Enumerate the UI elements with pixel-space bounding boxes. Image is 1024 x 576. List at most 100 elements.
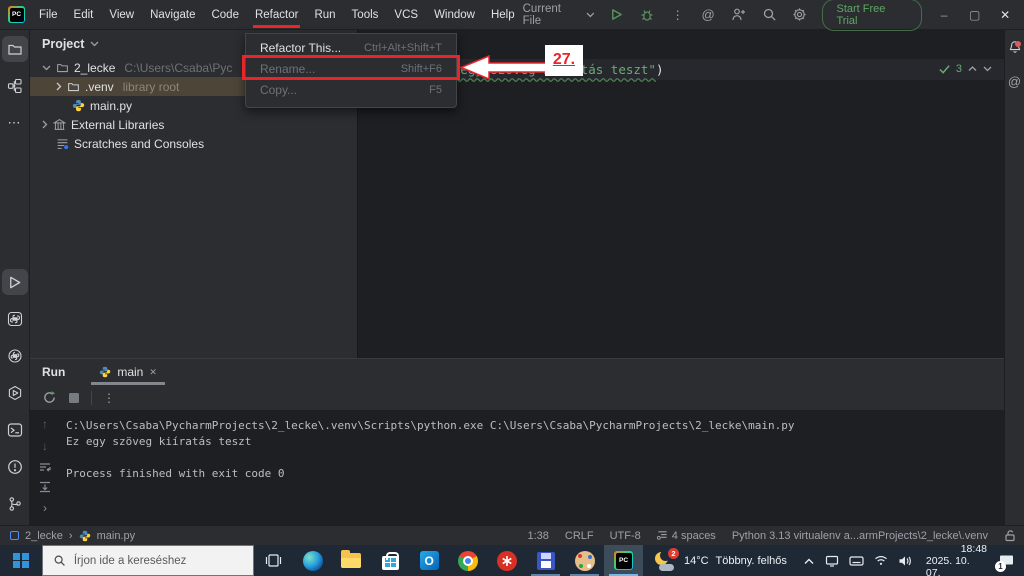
- pycharm-taskbar-icon[interactable]: PC: [604, 545, 643, 576]
- python-file-icon: [100, 366, 111, 378]
- run-button[interactable]: [608, 6, 626, 24]
- weather-widget[interactable]: 2 14°C Többny. felhős: [643, 545, 797, 576]
- tab-close-icon[interactable]: ✕: [149, 367, 157, 378]
- add-user-icon[interactable]: [730, 6, 748, 24]
- search-everywhere-icon[interactable]: [760, 6, 778, 24]
- console-options-button[interactable]: ⋮: [103, 391, 115, 405]
- red-app-taskbar-icon[interactable]: [487, 545, 526, 576]
- window-maximize-button[interactable]: ▢: [966, 8, 984, 22]
- taskbar-search-box[interactable]: Írjon ide a kereséshez: [41, 545, 255, 576]
- menu-refactor[interactable]: Refactor Refactor This... Ctrl+Alt+Shift…: [241, 0, 583, 108]
- chrome-taskbar-icon[interactable]: [449, 545, 488, 576]
- project-panel-title: Project: [42, 37, 85, 51]
- menu-edit[interactable]: Edit: [66, 0, 102, 30]
- hidden-icons-chevron[interactable]: [803, 557, 815, 565]
- interpreter-widget[interactable]: Python 3.13 virtualenv a...armProjects\2…: [732, 530, 988, 542]
- taskbar-clock[interactable]: 18:48 2025. 10. 07.: [918, 543, 995, 576]
- chevron-right-icon[interactable]: [42, 120, 48, 129]
- up-stacktrace-icon[interactable]: ↑: [42, 417, 48, 431]
- tray-display-icon[interactable]: [825, 555, 839, 567]
- run-tool-button[interactable]: [1, 269, 28, 295]
- tree-item-path: C:\Users\Csaba\Pyc: [124, 60, 233, 75]
- menu-run[interactable]: Run: [306, 0, 343, 30]
- settings-gear-icon[interactable]: [791, 6, 809, 24]
- tree-item-name: External Libraries: [71, 117, 165, 132]
- search-placeholder: Írjon ide a kereséshez: [73, 554, 187, 567]
- console-output[interactable]: C:\Users\Csaba\PycharmProjects\2_lecke\.…: [60, 411, 794, 525]
- debug-button[interactable]: [638, 6, 656, 24]
- gutter-expand-chevron[interactable]: ›: [43, 501, 47, 515]
- scroll-to-end-icon[interactable]: [38, 481, 52, 493]
- window-minimize-button[interactable]: –: [935, 8, 953, 22]
- tree-row-external-libraries[interactable]: External Libraries: [30, 115, 357, 134]
- chevron-down-icon: [586, 12, 595, 17]
- more-actions-button[interactable]: ⋮: [669, 6, 687, 24]
- soft-wrap-icon[interactable]: [38, 461, 52, 473]
- python-packages-tool-button[interactable]: [2, 343, 28, 369]
- annotation-red-box: [241, 54, 460, 80]
- breadcrumb-project[interactable]: 2_lecke: [25, 530, 63, 542]
- more-tool-windows-button[interactable]: ⋯: [2, 110, 28, 136]
- menu-window[interactable]: Window: [426, 0, 483, 30]
- volume-icon[interactable]: [898, 555, 912, 567]
- problems-tool-button[interactable]: [2, 454, 28, 480]
- outlook-taskbar-icon[interactable]: O: [410, 545, 449, 576]
- menu-view[interactable]: View: [101, 0, 142, 30]
- edge-icon: [302, 550, 323, 571]
- start-button[interactable]: [0, 545, 42, 576]
- start-free-trial-button[interactable]: Start Free Trial: [821, 0, 923, 31]
- version-control-tool-button[interactable]: [2, 491, 28, 517]
- run-panel-title[interactable]: Run: [42, 365, 65, 379]
- line-separator-widget[interactable]: CRLF: [565, 530, 594, 542]
- caret-position-widget[interactable]: 1:38: [527, 530, 548, 542]
- structure-tool-button[interactable]: [2, 73, 28, 99]
- breadcrumb-file[interactable]: main.py: [97, 530, 136, 542]
- stop-button[interactable]: [68, 392, 80, 404]
- encoding-widget[interactable]: UTF-8: [610, 530, 641, 542]
- console-line: Process finished with exit code 0: [66, 467, 285, 480]
- tray-keyboard-icon[interactable]: [849, 555, 864, 566]
- breadcrumb: 2_lecke › main.py: [10, 530, 135, 542]
- chrome-icon: [458, 550, 479, 571]
- tree-item-hint: library root: [122, 79, 180, 94]
- ai-assistant-tool-button[interactable]: @: [1006, 72, 1024, 90]
- menu-tools[interactable]: Tools: [344, 0, 387, 30]
- code-token-close-paren: ): [655, 62, 664, 77]
- chevron-down-icon[interactable]: [42, 65, 51, 71]
- project-tool-button[interactable]: [1, 36, 28, 62]
- microsoft-store-taskbar-icon[interactable]: [371, 545, 410, 576]
- notifications-bell-icon[interactable]: [1006, 38, 1024, 56]
- run-tab-main[interactable]: main ✕: [91, 359, 165, 385]
- menu-file[interactable]: File: [31, 0, 66, 30]
- menu-vcs[interactable]: VCS: [386, 0, 426, 30]
- task-view-button[interactable]: [254, 545, 293, 576]
- unlock-icon[interactable]: [1004, 529, 1016, 542]
- floppy-app-taskbar-icon[interactable]: [526, 545, 565, 576]
- menu-help[interactable]: Help: [483, 0, 523, 30]
- wifi-icon[interactable]: [874, 555, 888, 566]
- chevron-down-icon[interactable]: [983, 66, 992, 72]
- services-tool-button[interactable]: [2, 380, 28, 406]
- action-center-button[interactable]: 1: [995, 545, 1024, 576]
- inspections-widget[interactable]: 3: [939, 63, 992, 75]
- window-close-button[interactable]: ✕: [996, 8, 1014, 22]
- pycharm-app-icon[interactable]: PC: [8, 6, 25, 23]
- rerun-button[interactable]: [42, 390, 57, 405]
- run-configuration-selector[interactable]: Current File: [523, 3, 595, 27]
- ai-assistant-icon[interactable]: @: [699, 6, 717, 24]
- tree-row-scratches[interactable]: Scratches and Consoles: [30, 134, 357, 153]
- python-console-tool-button[interactable]: [2, 306, 28, 332]
- indent-widget[interactable]: 4 spaces: [656, 530, 716, 542]
- outlook-icon: O: [419, 551, 439, 570]
- terminal-tool-button[interactable]: [2, 417, 28, 443]
- paint-app-taskbar-icon[interactable]: [565, 545, 604, 576]
- chevron-up-icon[interactable]: [968, 66, 977, 72]
- chevron-right-icon[interactable]: [56, 82, 62, 91]
- down-stacktrace-icon[interactable]: ↓: [42, 439, 48, 453]
- weather-badge: 2: [667, 547, 679, 559]
- menu-navigate[interactable]: Navigate: [142, 0, 203, 30]
- menu-code[interactable]: Code: [203, 0, 247, 30]
- inspections-count: 3: [955, 63, 962, 75]
- file-explorer-taskbar-icon[interactable]: [332, 545, 371, 576]
- edge-taskbar-icon[interactable]: [293, 545, 332, 576]
